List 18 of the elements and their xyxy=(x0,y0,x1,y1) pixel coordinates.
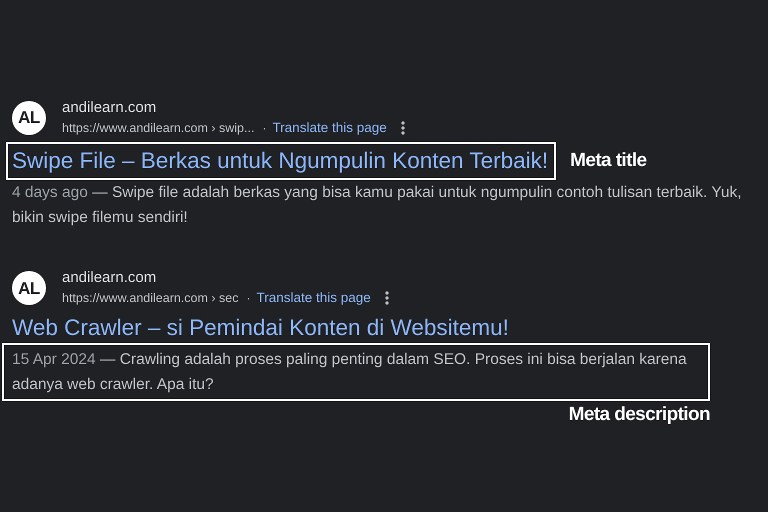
result-title[interactable]: Web Crawler – si Pemindai Konten di Websitemu! xyxy=(12,312,509,342)
translate-link[interactable]: Translate this page xyxy=(256,288,371,308)
separator-dot: · xyxy=(246,290,250,308)
more-options-icon[interactable] xyxy=(384,291,389,306)
result-title[interactable]: Swipe File – Berkas untuk Ngumpulin Konten Terbaik! xyxy=(6,142,556,180)
more-options-icon[interactable] xyxy=(400,121,405,136)
separator-dot: · xyxy=(262,120,266,138)
result-snippet: 15 Apr 2024 — Crawling adalah proses paling penting dalam SEO. Proses ini bisa berjalan karena adanya web crawler. Apa itu? xyxy=(2,342,710,400)
site-favicon: AL xyxy=(12,271,46,306)
site-name: andilearn.com xyxy=(62,268,158,288)
result-snippet: 4 days ago — Swipe file adalah berkas yang bisa kamu pakai untuk ngumpulin contoh tulisan terbaik. Yuk, bikin swipe filemu sendiri! xyxy=(12,183,743,228)
result-url: https://www.andilearn.com › swip... xyxy=(62,120,254,138)
annotation-label: Meta title xyxy=(570,149,646,173)
site-name: andilearn.com xyxy=(62,98,158,118)
result-url: https://www.andilearn.com › sec xyxy=(62,290,238,308)
translate-link[interactable]: Translate this page xyxy=(272,118,387,138)
site-favicon: AL xyxy=(12,101,46,136)
annotation-label: Meta description xyxy=(568,402,710,426)
